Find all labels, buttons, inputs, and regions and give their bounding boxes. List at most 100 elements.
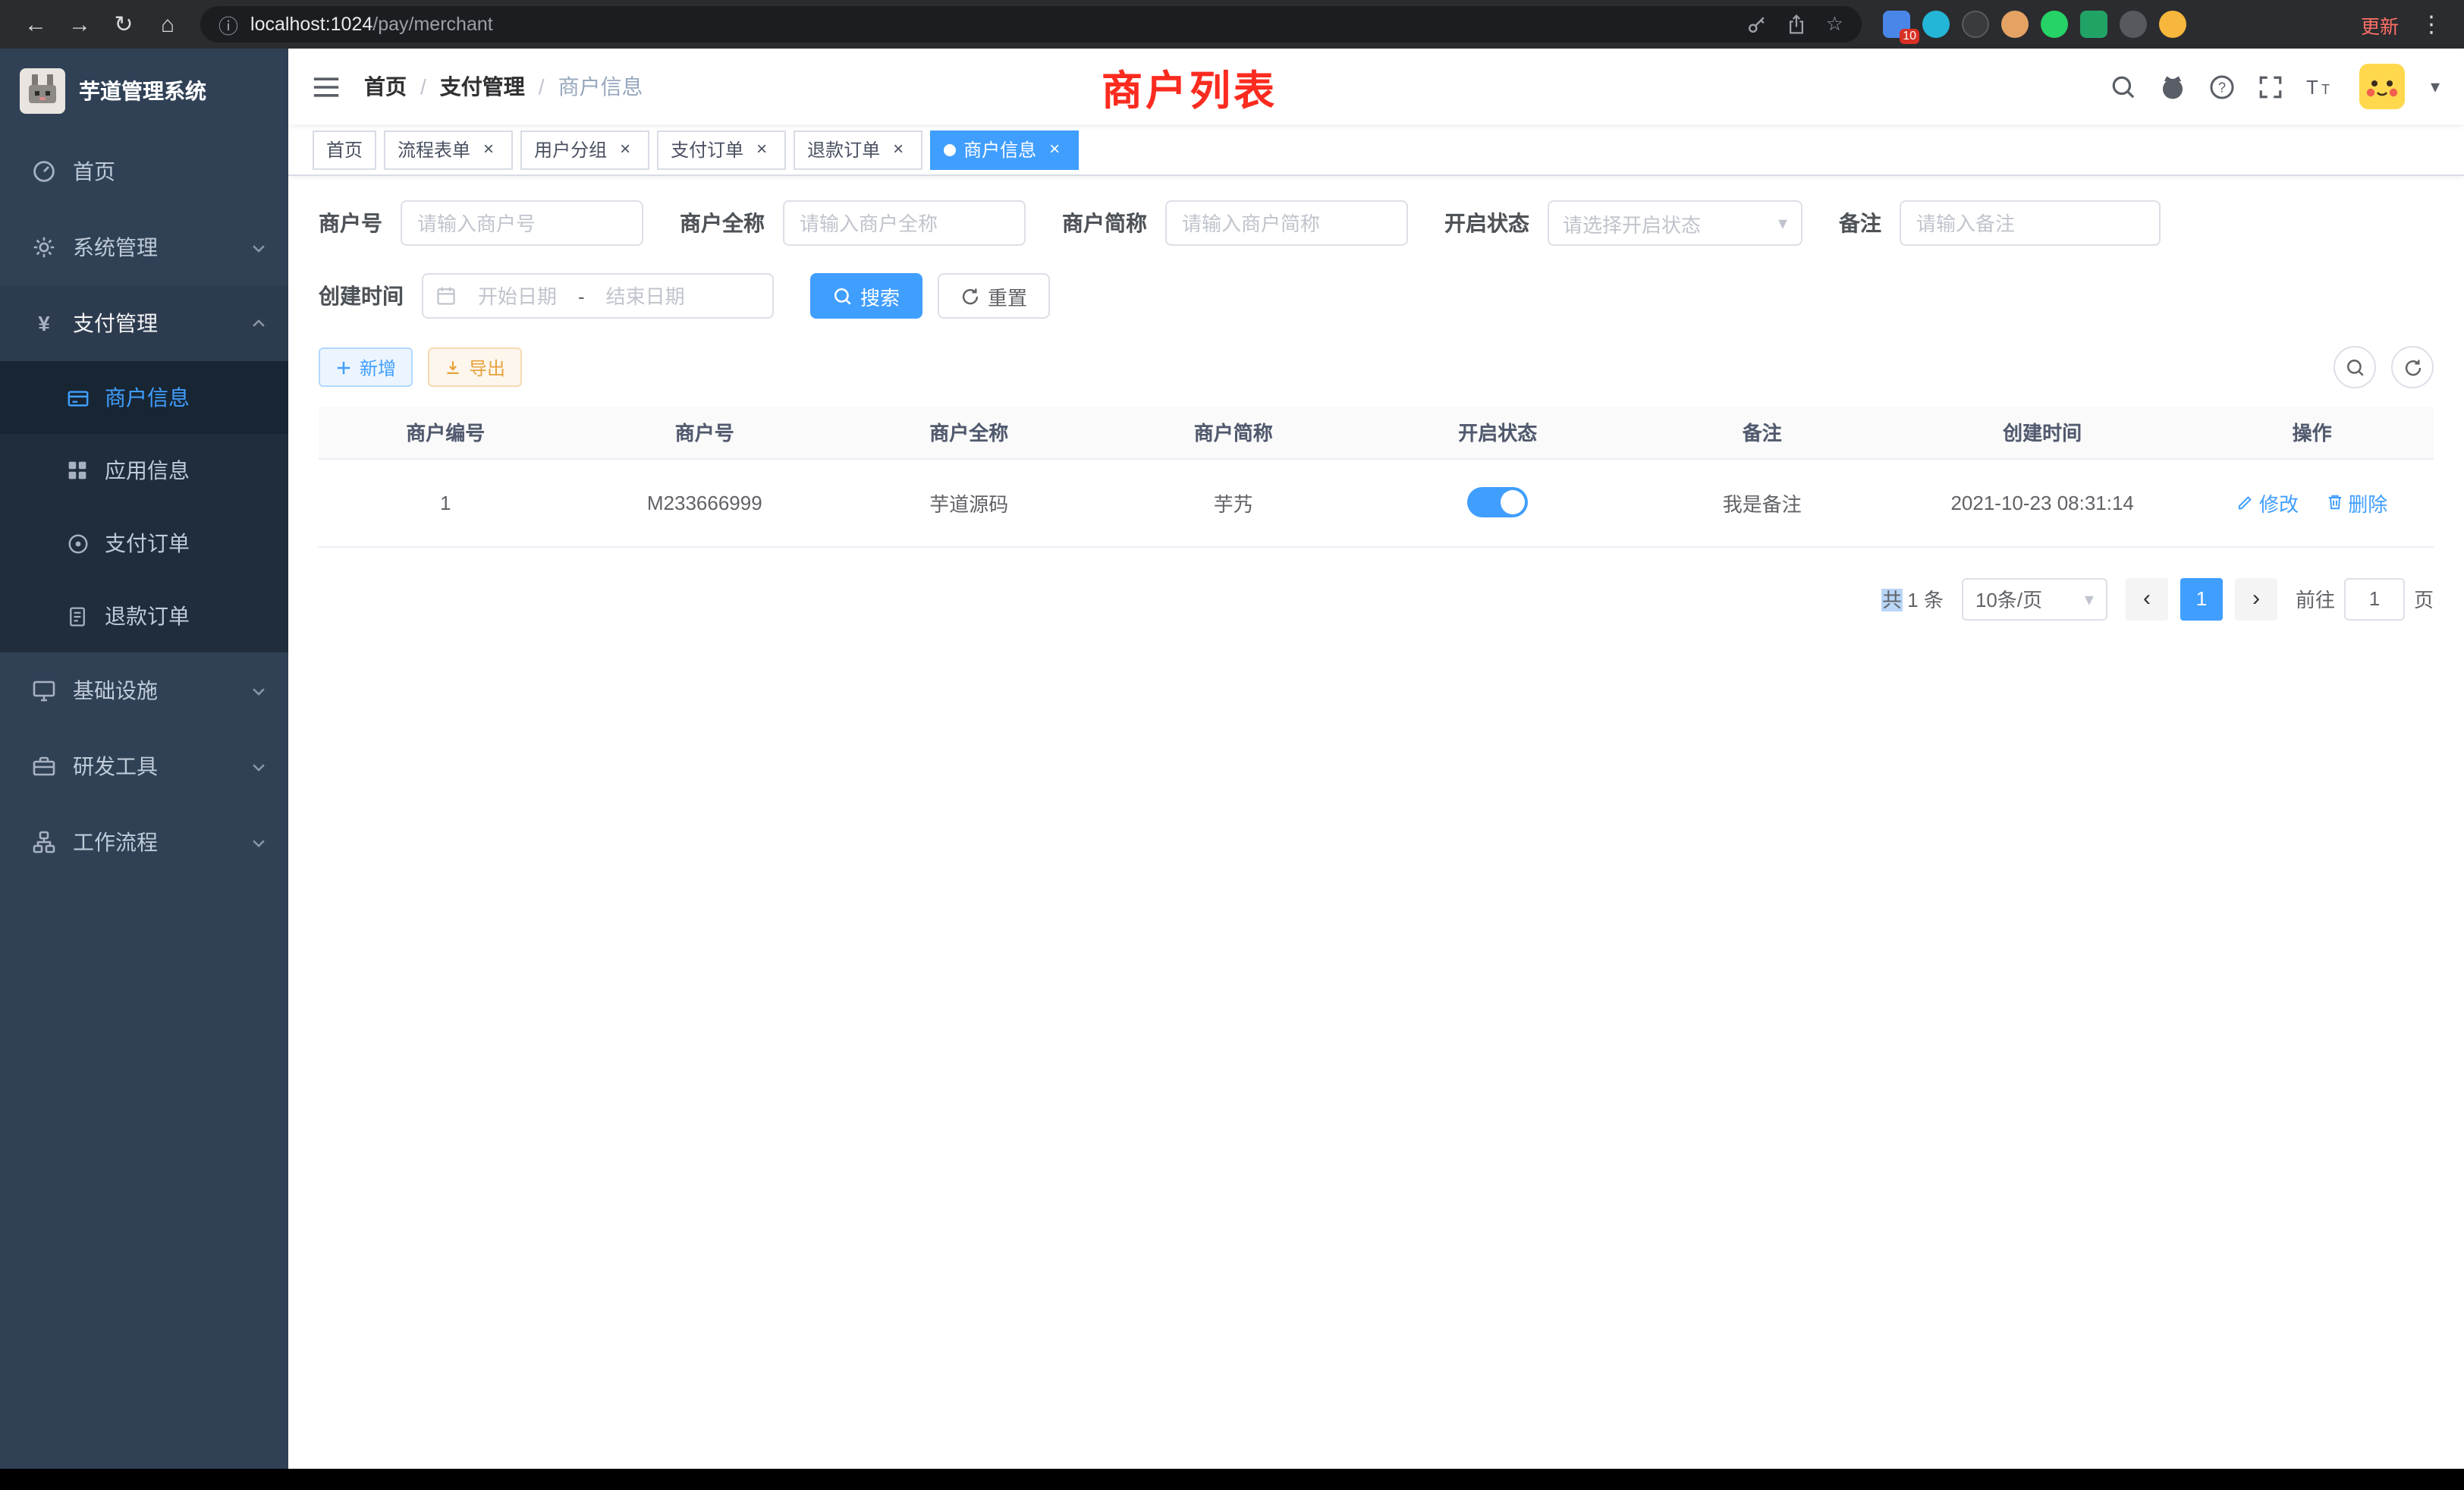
address-bar[interactable]: ⓘ localhost:1024/pay/merchant ☆ — [200, 6, 1862, 42]
tab-label: 退款订单 — [807, 137, 880, 162]
extension-icon[interactable] — [2159, 11, 2186, 38]
breadcrumb-item[interactable]: 首页 — [364, 71, 407, 102]
browser-chrome: ← → ↻ ⌂ ⓘ localhost:1024/pay/merchant ☆ … — [0, 0, 2464, 49]
tab-process-form[interactable]: 流程表单 × — [384, 130, 513, 169]
col-header-create-time: 创建时间 — [1894, 407, 2190, 458]
status-select[interactable]: 请选择开启状态 ▾ — [1548, 200, 1802, 246]
sidebar-item-merchant-info[interactable]: 商户信息 — [0, 361, 288, 434]
chevron-down-icon: ▾ — [2085, 588, 2094, 609]
page-size-select[interactable]: 10条/页 ▾ — [1962, 577, 2107, 620]
browser-forward-icon[interactable]: → — [59, 5, 100, 44]
search-button[interactable]: 搜索 — [810, 273, 922, 319]
tab-close-icon[interactable]: × — [1044, 139, 1065, 160]
chevron-down-icon — [250, 758, 267, 775]
workflow-icon — [30, 830, 58, 854]
extension-icon[interactable] — [1962, 11, 1989, 38]
merchant-no-input[interactable] — [401, 200, 643, 246]
date-separator: - — [578, 284, 585, 307]
toggle-search-icon[interactable] — [2334, 346, 2376, 388]
export-button-label: 导出 — [469, 354, 505, 380]
sidebar-item-dev-tools[interactable]: 研发工具 — [0, 728, 288, 804]
cell-actions: 修改 删除 — [2190, 458, 2434, 546]
user-avatar[interactable] — [2359, 64, 2405, 109]
sidebar-item-home[interactable]: 首页 — [0, 134, 288, 209]
browser-home-icon[interactable]: ⌂ — [147, 5, 188, 44]
date-range-picker[interactable]: - — [422, 273, 774, 319]
extension-icon[interactable] — [2041, 11, 2068, 38]
breadcrumb-separator: / — [539, 74, 545, 99]
tab-pay-order[interactable]: 支付订单 × — [657, 130, 786, 169]
tab-user-group[interactable]: 用户分组 × — [520, 130, 649, 169]
sidebar-item-refund-order[interactable]: 退款订单 — [0, 580, 288, 652]
extension-icon[interactable] — [2080, 11, 2107, 38]
extensions-puzzle-icon[interactable]: 10 — [1883, 11, 1910, 38]
site-info-icon[interactable]: ⓘ — [218, 10, 238, 39]
col-header-status: 开启状态 — [1366, 407, 1630, 458]
tab-close-icon[interactable]: × — [888, 139, 909, 160]
extension-icon[interactable] — [1922, 11, 1950, 38]
password-key-icon[interactable] — [1747, 14, 1768, 35]
full-name-input[interactable] — [783, 200, 1026, 246]
target-icon — [64, 531, 91, 555]
goto-page-input[interactable] — [2344, 577, 2405, 620]
github-icon[interactable] — [2159, 73, 2186, 100]
app-logo-row[interactable]: 芋道管理系统 — [0, 49, 288, 134]
start-date-input[interactable] — [461, 284, 574, 307]
tab-close-icon[interactable]: × — [478, 139, 499, 160]
sidebar-item-app-info[interactable]: 应用信息 — [0, 434, 288, 507]
sidebar-item-system[interactable]: 系统管理 — [0, 209, 288, 285]
tab-close-icon[interactable]: × — [614, 139, 636, 160]
sidebar-item-infrastructure[interactable]: 基础设施 — [0, 652, 288, 728]
tab-merchant-info[interactable]: 商户信息 × — [930, 130, 1079, 169]
add-button[interactable]: 新增 — [319, 347, 413, 387]
goto-label: 前往 — [2296, 584, 2335, 613]
tab-home[interactable]: 首页 — [313, 130, 376, 169]
sidebar-item-payment[interactable]: ¥ 支付管理 — [0, 285, 288, 361]
refresh-icon[interactable] — [2391, 346, 2434, 388]
extension-icon[interactable] — [2120, 11, 2147, 38]
col-header-id: 商户编号 — [319, 407, 573, 458]
cell-full-name: 芋道源码 — [837, 458, 1102, 546]
font-size-icon[interactable]: TT — [2306, 74, 2337, 99]
delete-button[interactable]: 删除 — [2325, 488, 2387, 517]
pagination-total-highlight: 共 — [1882, 589, 1902, 611]
fullscreen-icon[interactable] — [2258, 74, 2283, 99]
browser-back-icon[interactable]: ← — [15, 5, 56, 44]
end-date-input[interactable] — [589, 284, 702, 307]
bookmark-star-icon[interactable]: ☆ — [1826, 12, 1843, 36]
svg-text:?: ? — [2218, 79, 2226, 94]
browser-menu-icon[interactable]: ⋮ — [2414, 11, 2449, 38]
export-button[interactable]: 导出 — [428, 347, 522, 387]
browser-reload-icon[interactable]: ↻ — [103, 5, 144, 44]
help-icon[interactable]: ? — [2209, 74, 2235, 99]
reset-button[interactable]: 重置 — [938, 273, 1050, 319]
next-page-button[interactable]: › — [2235, 577, 2277, 620]
search-button-label: 搜索 — [860, 281, 900, 310]
tab-refund-order[interactable]: 退款订单 × — [794, 130, 922, 169]
edit-button[interactable]: 修改 — [2236, 488, 2299, 517]
filter-full-name: 商户全称 — [680, 200, 1026, 246]
sidebar-item-pay-order[interactable]: 支付订单 — [0, 507, 288, 580]
status-toggle[interactable] — [1467, 487, 1528, 517]
remark-input[interactable] — [1900, 200, 2161, 246]
tab-close-icon[interactable]: × — [751, 139, 772, 160]
card-icon — [64, 385, 91, 410]
sidebar-item-workflow[interactable]: 工作流程 — [0, 804, 288, 880]
hamburger-icon[interactable] — [313, 75, 340, 98]
search-icon[interactable] — [2110, 74, 2136, 99]
page-size-value: 10条/页 — [1975, 584, 2042, 613]
edit-button-label: 修改 — [2259, 488, 2299, 517]
reset-button-label: 重置 — [988, 281, 1027, 310]
avatar-caret-icon[interactable]: ▾ — [2431, 76, 2440, 97]
prev-page-button[interactable]: ‹ — [2126, 577, 2168, 620]
short-name-input[interactable] — [1165, 200, 1408, 246]
main-area: 首页 / 支付管理 / 商户信息 商户列表 ? — [288, 49, 2464, 1469]
breadcrumb: 首页 / 支付管理 / 商户信息 — [364, 71, 643, 102]
sidebar-item-label: 工作流程 — [73, 827, 250, 857]
extension-icon[interactable] — [2001, 11, 2029, 38]
browser-update-button[interactable]: 更新 — [2349, 10, 2411, 39]
share-icon[interactable] — [1787, 14, 1808, 35]
page-number-button[interactable]: 1 — [2180, 577, 2223, 620]
tab-label: 用户分组 — [534, 137, 607, 162]
breadcrumb-item[interactable]: 支付管理 — [440, 71, 525, 102]
